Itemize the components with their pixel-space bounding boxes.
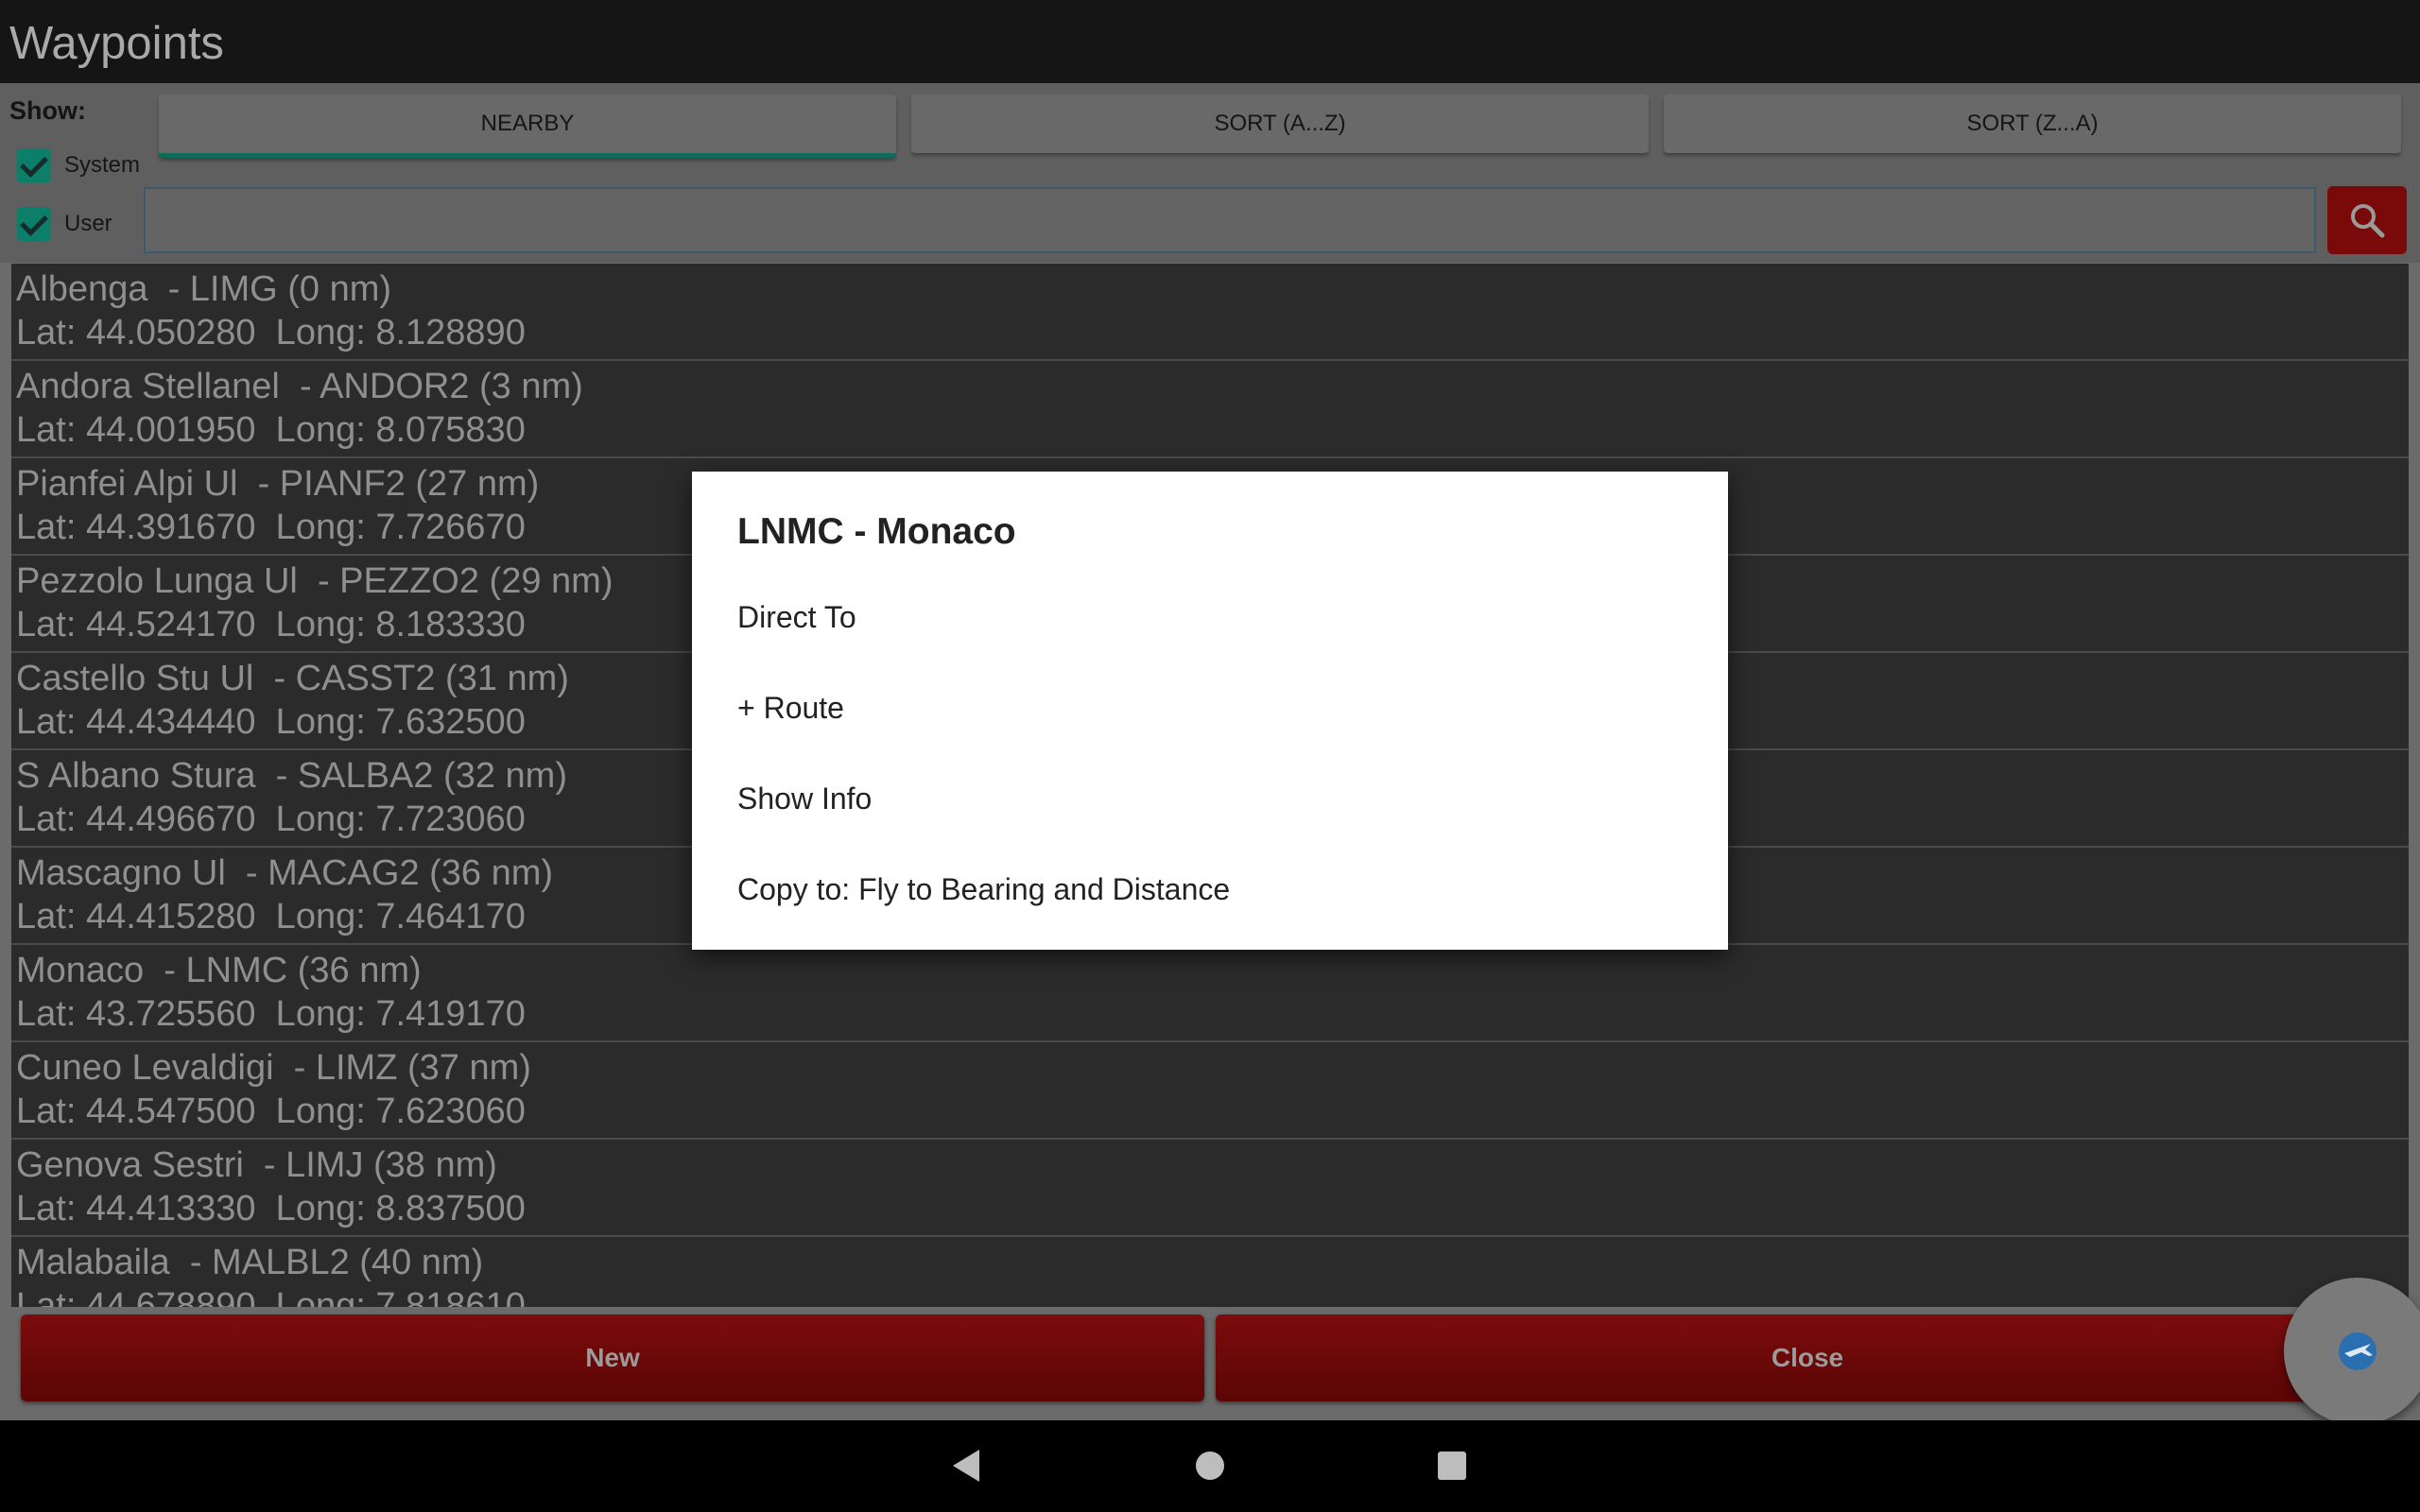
direct-to-option[interactable]: Direct To (737, 589, 1683, 645)
waypoint-title: Genova Sestri - LIMJ (38 nm) (16, 1145, 497, 1185)
tab-sort-a-z[interactable]: SORT (A...Z) (911, 94, 1649, 153)
list-item[interactable]: Albenga - LIMG (0 nm) Lat: 44.050280 Long… (11, 264, 2409, 361)
list-item[interactable]: Malabaila - MALBL2 (40 nm) Lat: 44.678890… (11, 1237, 2409, 1307)
list-item[interactable]: Monaco - LNMC (36 nm) Lat: 43.725560 Long… (11, 945, 2409, 1042)
title-bar: Waypoints (0, 0, 2420, 83)
waypoint-coordinates: Lat: 44.001950 Long: 8.075830 (16, 410, 526, 450)
waypoint-action-dialog: LNMC - Monaco Direct To + Route Show Inf… (692, 472, 1728, 950)
waypoint-coordinates: Lat: 44.547500 Long: 7.623060 (16, 1091, 526, 1131)
waypoint-coordinates: Lat: 44.050280 Long: 8.128890 (16, 313, 526, 352)
page-title: Waypoints (9, 18, 224, 69)
list-item[interactable]: Genova Sestri - LIMJ (38 nm) Lat: 44.4133… (11, 1140, 2409, 1237)
search-input[interactable] (144, 187, 2316, 253)
waypoint-title: Andora Stellanel - ANDOR2 (3 nm) (16, 367, 583, 406)
filter-controls: Show: System User NEARBY SORT (A...Z) SO… (0, 83, 2420, 263)
list-item[interactable]: Cuneo Levaldigi - LIMZ (37 nm) Lat: 44.54… (11, 1042, 2409, 1140)
floating-action-button[interactable] (2284, 1278, 2420, 1420)
home-icon[interactable] (1196, 1452, 1224, 1480)
waypoint-title: Cuneo Levaldigi - LIMZ (37 nm) (16, 1048, 531, 1088)
system-filter[interactable]: System (17, 148, 140, 182)
recent-apps-icon[interactable] (1438, 1452, 1466, 1480)
back-icon[interactable] (951, 1448, 981, 1484)
tab-nearby[interactable]: NEARBY (159, 94, 896, 158)
waypoint-title: Albenga - LIMG (0 nm) (16, 269, 392, 309)
list-item[interactable]: Andora Stellanel - ANDOR2 (3 nm) Lat: 44.… (11, 361, 2409, 458)
user-checkbox-label: User (64, 211, 112, 236)
waypoint-title: Malabaila - MALBL2 (40 nm) (16, 1243, 484, 1282)
system-checkbox[interactable] (17, 148, 51, 182)
show-info-option[interactable]: Show Info (737, 770, 1683, 827)
close-button[interactable]: Close (1216, 1314, 2399, 1401)
new-button[interactable]: New (21, 1314, 1204, 1401)
system-checkbox-label: System (64, 152, 141, 178)
tab-sort-z-a[interactable]: SORT (Z...A) (1664, 94, 2401, 153)
waypoint-coordinates: Lat: 44.678890 Long: 7.818610 (16, 1286, 526, 1307)
waypoint-coordinates: Lat: 44.413330 Long: 8.837500 (16, 1189, 526, 1228)
waypoint-title: Monaco - LNMC (36 nm) (16, 951, 422, 990)
airplane-icon (2339, 1332, 2377, 1370)
bottom-bar: New Close (0, 1307, 2420, 1420)
user-filter[interactable]: User (17, 207, 112, 241)
add-to-route-option[interactable]: + Route (737, 679, 1683, 736)
waypoint-coordinates: Lat: 43.725560 Long: 7.419170 (16, 994, 526, 1034)
search-icon (2351, 204, 2385, 238)
show-label: Show: (9, 96, 86, 125)
dialog-title: LNMC - Monaco (737, 511, 1016, 552)
user-checkbox[interactable] (17, 207, 51, 241)
search-button[interactable] (2327, 186, 2407, 254)
copy-to-bearing-option[interactable]: Copy to: Fly to Bearing and Distance (737, 861, 1683, 918)
waypoints-screen: Waypoints Show: System User NEARBY SORT … (0, 0, 2420, 1420)
